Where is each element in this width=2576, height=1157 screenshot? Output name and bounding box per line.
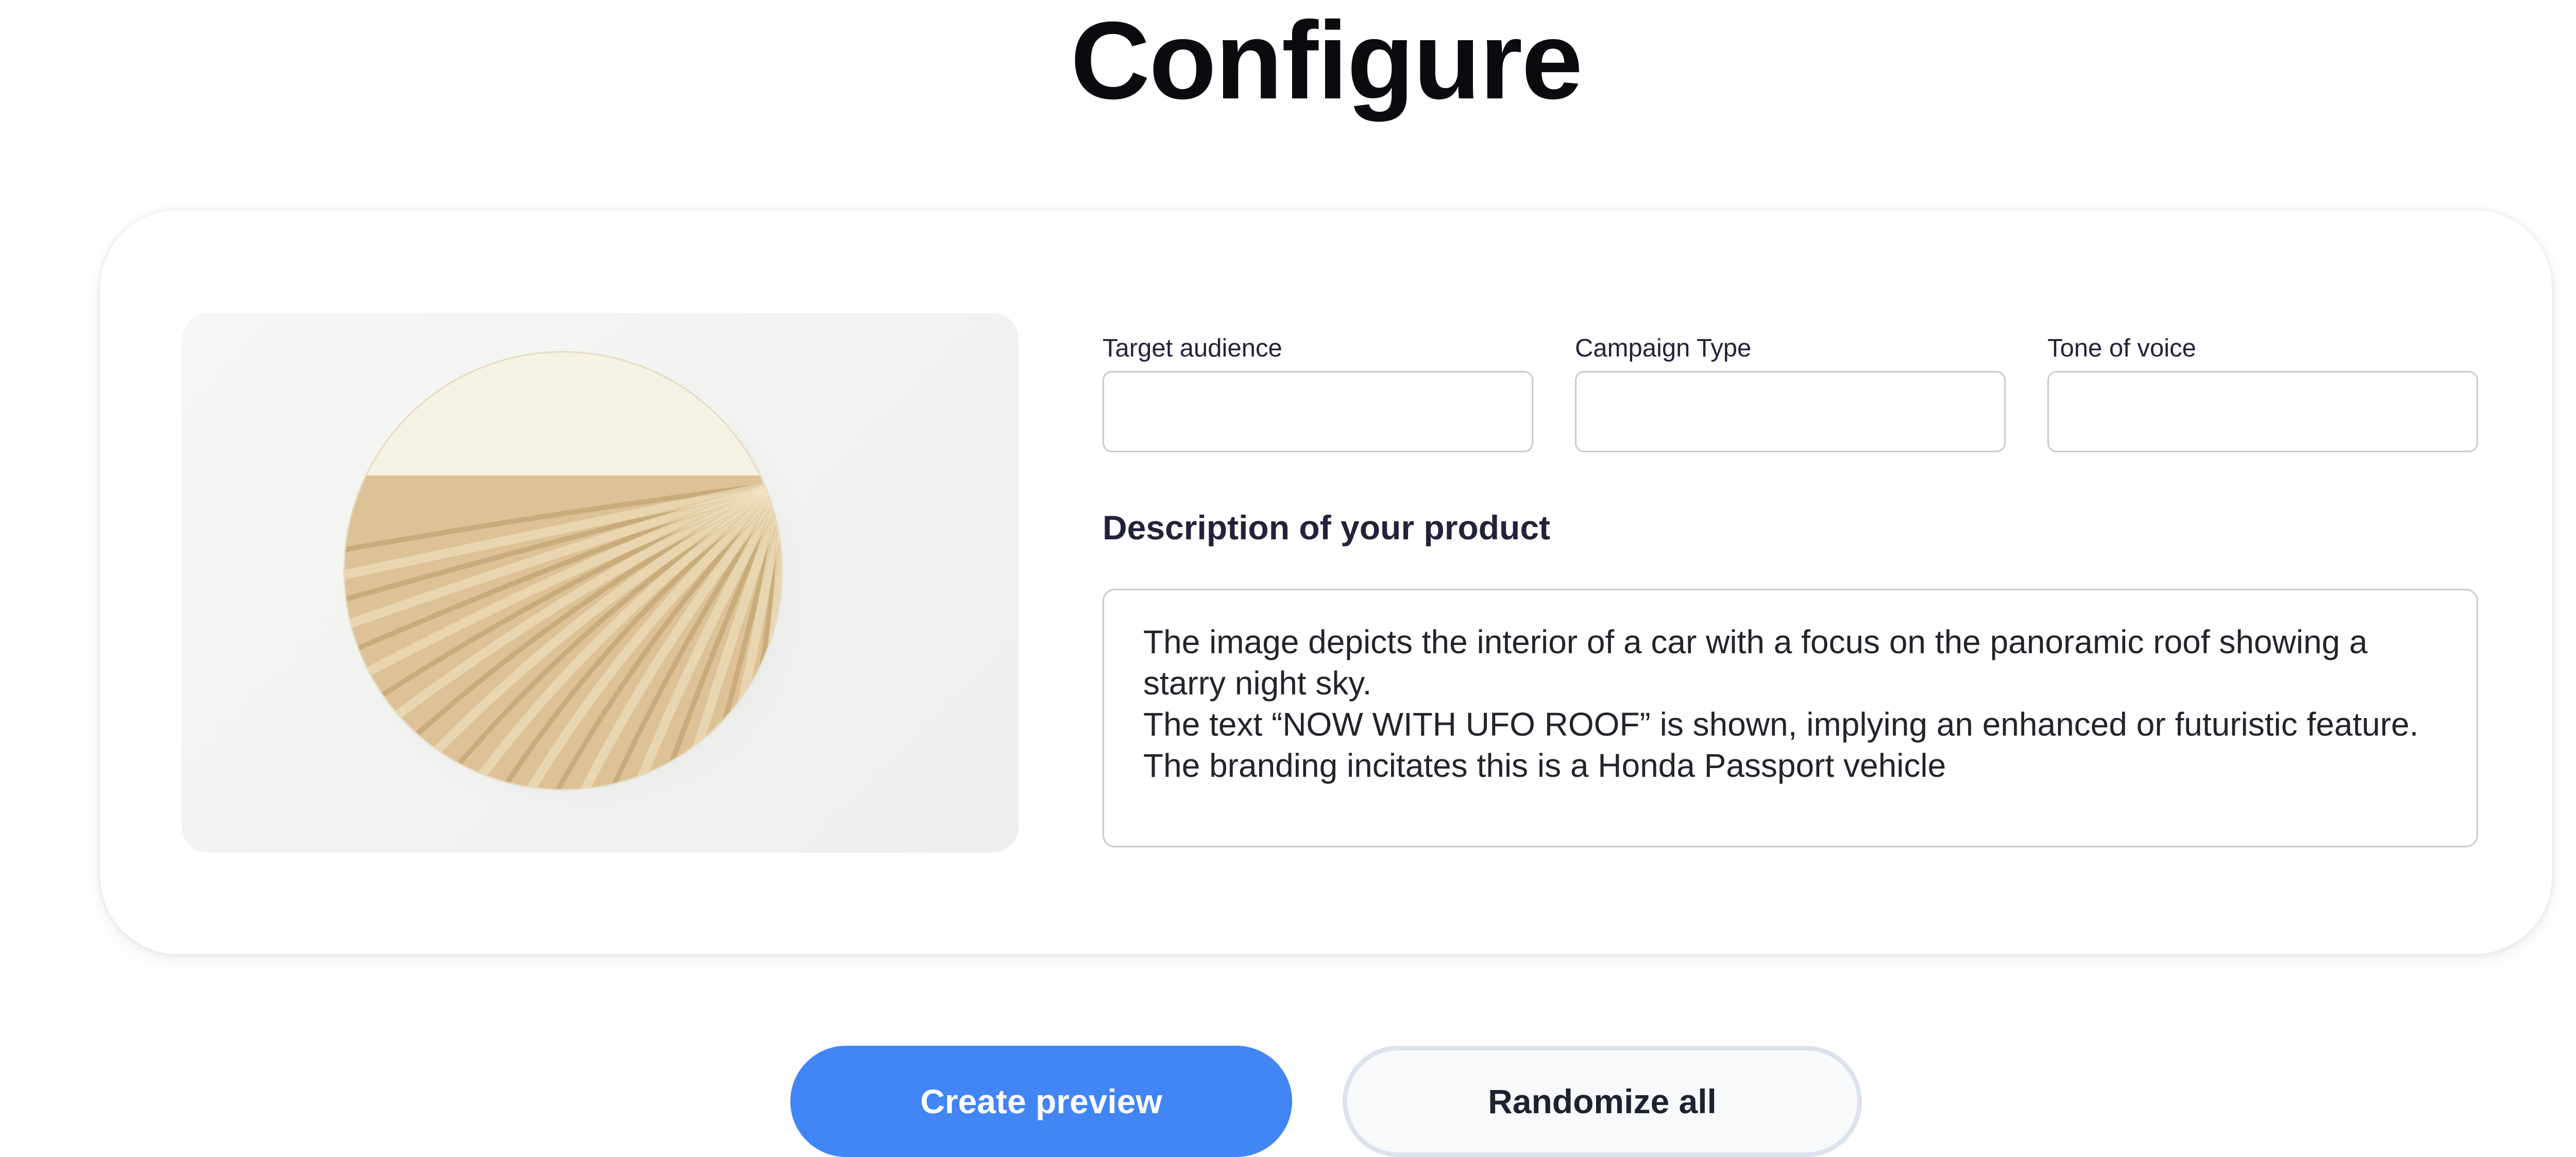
create-preview-button[interactable]: Create preview: [790, 1046, 1292, 1157]
tone-of-voice-label: Tone of voice: [2047, 334, 2196, 362]
product-image: [182, 313, 1019, 853]
campaign-type-input[interactable]: [1575, 371, 2006, 452]
target-audience-input[interactable]: [1103, 371, 1533, 452]
campaign-type-label: Campaign Type: [1575, 334, 1752, 362]
product-description-textarea[interactable]: The image depicts the interior of a car …: [1103, 589, 2478, 847]
page-title: Configure: [1070, 0, 1583, 122]
description-heading: Description of your product: [1103, 508, 1551, 547]
randomize-all-button[interactable]: Randomize all: [1343, 1046, 1862, 1157]
configure-card: Target audience Campaign Type Tone of vo…: [100, 210, 2552, 954]
tone-of-voice-input[interactable]: [2047, 371, 2478, 452]
target-audience-label: Target audience: [1103, 334, 1282, 362]
